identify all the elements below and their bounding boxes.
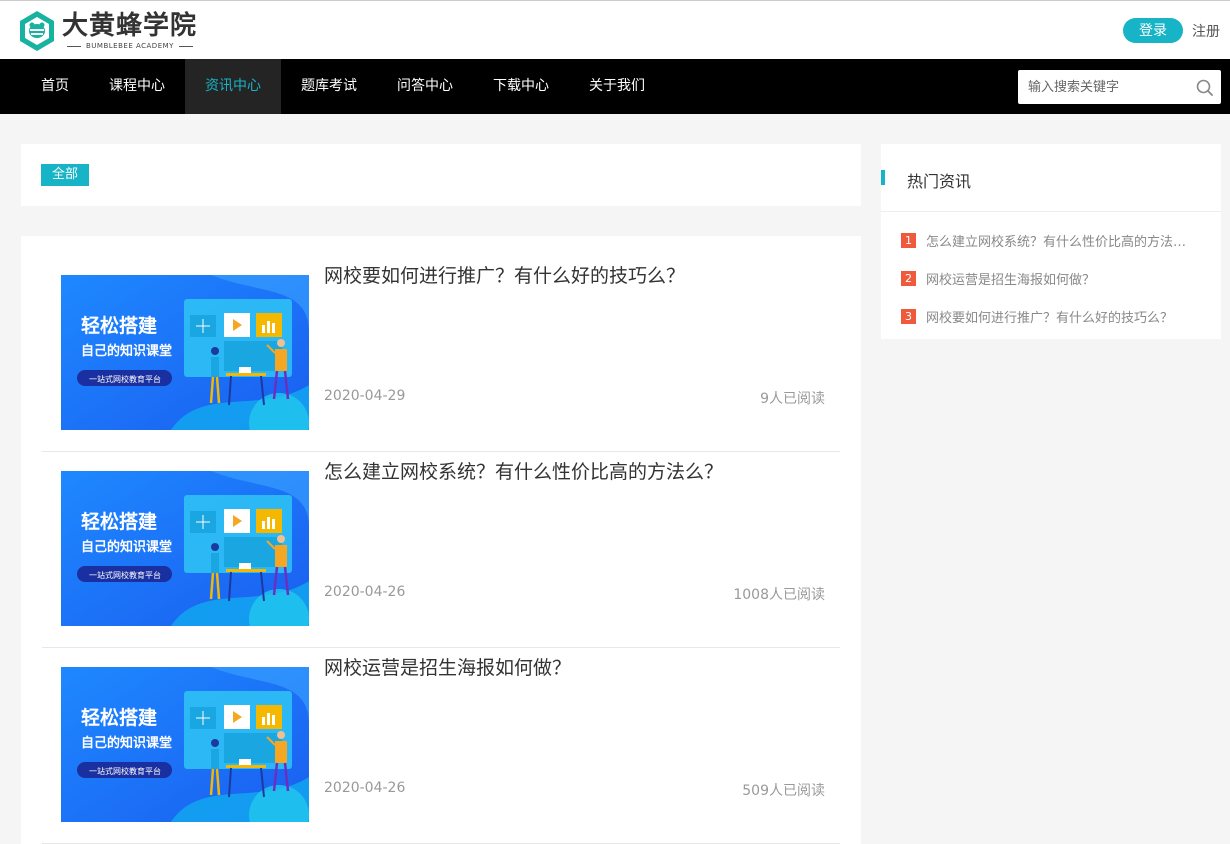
nav-list: 首页 课程中心 资讯中心 题库考试 问答中心 下载中心 关于我们 — [21, 59, 665, 114]
category-filter: 全部 — [21, 144, 861, 206]
thumbnail-headline: 轻松搭建 — [81, 510, 157, 533]
brand-name-en: BUMBLEBEE ACADEMY — [62, 42, 198, 50]
nav-item-6[interactable]: 关于我们 — [569, 59, 665, 114]
thumbnail-subline: 自己的知识课堂 — [81, 343, 172, 359]
article-thumbnail[interactable]: 轻松搭建 自己的知识课堂 一站式网校教育平台 — [61, 667, 309, 822]
site-header: 大黄蜂学院 BUMBLEBEE ACADEMY 登录 注册 — [0, 0, 1230, 59]
course-promo-image: 轻松搭建 自己的知识课堂 一站式网校教育平台 — [61, 275, 309, 430]
thumbnail-badge: 一站式网校教育平台 — [89, 766, 161, 776]
nav-item-3[interactable]: 题库考试 — [281, 59, 377, 114]
article-thumbnail[interactable]: 轻松搭建 自己的知识课堂 一站式网校教育平台 — [61, 471, 309, 626]
bee-logo-icon — [20, 11, 54, 51]
thumbnail-badge: 一站式网校教育平台 — [89, 570, 161, 580]
article-read-count: 9人已阅读 — [760, 391, 825, 407]
hot-news-item[interactable]: 2 网校运营是招生海报如何做？ — [901, 268, 1201, 288]
thumbnail-headline: 轻松搭建 — [81, 314, 157, 337]
nav-item-4[interactable]: 问答中心 — [377, 59, 473, 114]
course-promo-image: 轻松搭建 自己的知识课堂 一站式网校教育平台 — [61, 667, 309, 822]
hot-news-accent-bar — [881, 170, 885, 185]
article-title[interactable]: 怎么建立网校系统？有什么性价比高的方法么？ — [324, 460, 723, 484]
hot-news-panel: 热门资讯 1 怎么建立网校系统？有什么性价比高的方法么？ 2 网校运营是招生海报如何做… — [881, 144, 1221, 339]
nav-item-1[interactable]: 课程中心 — [89, 59, 185, 114]
search-icon[interactable] — [1196, 79, 1213, 96]
thumbnail-subline: 自己的知识课堂 — [81, 735, 172, 751]
article-list: 轻松搭建 自己的知识课堂 一站式网校教育平台 网校要如何进行推广？有什么好的技巧… — [21, 236, 861, 844]
hot-news-title: 热门资讯 — [907, 172, 972, 191]
article-date: 2020-04-26 — [324, 584, 406, 600]
article-item[interactable]: 轻松搭建 自己的知识课堂 一站式网校教育平台 网校运营是招生海报如何做？ 2020… — [42, 648, 840, 844]
article-read-count: 509人已阅读 — [742, 783, 825, 799]
hot-news-item[interactable]: 1 怎么建立网校系统？有什么性价比高的方法么？ — [901, 230, 1201, 250]
brand-name-cn: 大黄蜂学院 — [62, 11, 198, 41]
thumbnail-headline: 轻松搭建 — [81, 706, 157, 729]
site-logo[interactable]: 大黄蜂学院 BUMBLEBEE ACADEMY — [18, 9, 198, 53]
article-item[interactable]: 轻松搭建 自己的知识课堂 一站式网校教育平台 网校要如何进行推广？有什么好的技巧… — [42, 256, 840, 452]
main-nav: 首页 课程中心 资讯中心 题库考试 问答中心 下载中心 关于我们 — [0, 59, 1230, 114]
search-input[interactable] — [1018, 70, 1188, 104]
thumbnail-subline: 自己的知识课堂 — [81, 539, 172, 555]
filter-tag-all[interactable]: 全部 — [41, 164, 89, 186]
nav-item-0[interactable]: 首页 — [21, 59, 89, 114]
hot-news-link[interactable]: 网校运营是招生海报如何做？ — [926, 269, 1196, 288]
article-date: 2020-04-26 — [324, 780, 406, 796]
article-thumbnail[interactable]: 轻松搭建 自己的知识课堂 一站式网校教育平台 — [61, 275, 309, 430]
thumbnail-badge: 一站式网校教育平台 — [89, 374, 161, 384]
hot-news-link[interactable]: 怎么建立网校系统？有什么性价比高的方法么？ — [926, 231, 1196, 250]
article-read-count: 1008人已阅读 — [733, 587, 825, 603]
hot-news-item[interactable]: 3 网校要如何进行推广？有什么好的技巧么？ — [901, 306, 1201, 326]
hot-news-header: 热门资讯 — [881, 144, 1221, 212]
logo-text: 大黄蜂学院 BUMBLEBEE ACADEMY — [62, 12, 198, 50]
hot-news-link[interactable]: 网校要如何进行推广？有什么好的技巧么？ — [926, 307, 1196, 326]
login-button[interactable]: 登录 — [1123, 18, 1183, 43]
article-item[interactable]: 轻松搭建 自己的知识课堂 一站式网校教育平台 怎么建立网校系统？有什么性价比高的… — [42, 452, 840, 648]
nav-item-5[interactable]: 下载中心 — [473, 59, 569, 114]
hot-news-rank-badge: 1 — [901, 232, 916, 248]
article-date: 2020-04-29 — [324, 388, 406, 404]
course-promo-image: 轻松搭建 自己的知识课堂 一站式网校教育平台 — [61, 471, 309, 626]
register-link[interactable]: 注册 — [1192, 21, 1220, 41]
search-box — [1018, 70, 1221, 104]
hot-news-rank-badge: 3 — [901, 308, 916, 324]
article-title[interactable]: 网校要如何进行推广？有什么好的技巧么？ — [324, 264, 685, 288]
hot-news-rank-badge: 2 — [901, 270, 916, 286]
article-title[interactable]: 网校运营是招生海报如何做？ — [324, 656, 571, 680]
nav-item-2[interactable]: 资讯中心 — [185, 59, 281, 114]
